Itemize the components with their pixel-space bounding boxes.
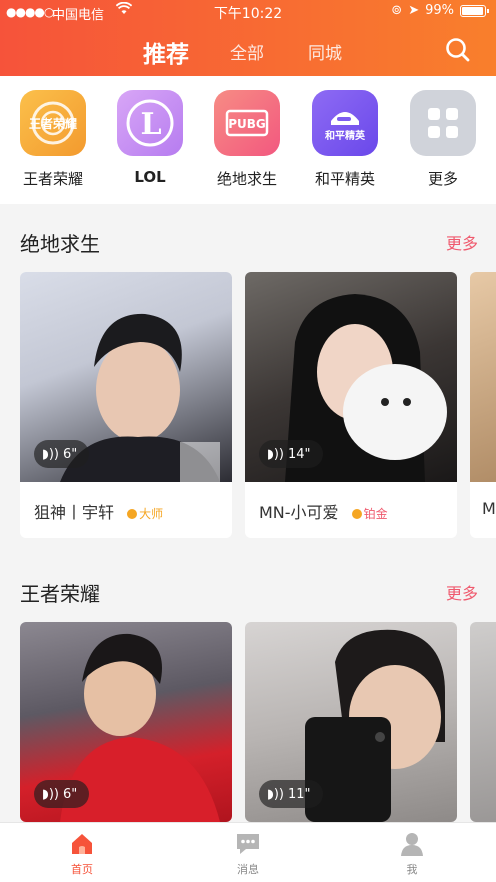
player-name-row: MN-小可爱 铂金 bbox=[259, 499, 388, 523]
player-name: MN-小可爱 bbox=[259, 503, 339, 522]
tab-messages[interactable]: 消息 bbox=[208, 831, 288, 877]
game-category-bar: 王者荣耀 王者荣耀 L LOL PUBG 绝地求生 和平精英 和平精英 更多 bbox=[0, 76, 496, 204]
category-label: 绝地求生 bbox=[216, 170, 277, 188]
voice-duration: 14" bbox=[288, 446, 311, 462]
voice-duration-badge[interactable]: ◗)) 11" bbox=[259, 780, 323, 808]
sound-wave-icon: ◗)) bbox=[267, 446, 284, 462]
category-honor-of-kings[interactable]: 王者荣耀 王者荣耀 bbox=[18, 90, 88, 189]
section-more-link[interactable]: 更多 bbox=[446, 580, 478, 604]
player-card[interactable]: ◗)) 14" MN-小可爱 铂金 bbox=[245, 272, 457, 538]
svg-text:L: L bbox=[140, 107, 161, 142]
player-name: 狙神丨宇轩 bbox=[34, 503, 115, 522]
player-card-partial[interactable] bbox=[470, 622, 496, 822]
category-pubg[interactable]: PUBG 绝地求生 bbox=[212, 90, 282, 189]
section-title: 绝地求生 bbox=[20, 232, 100, 256]
tab-label: 首页 bbox=[71, 863, 93, 876]
sound-wave-icon: ◗)) bbox=[267, 786, 284, 802]
rank-icon bbox=[351, 509, 362, 519]
search-icon[interactable] bbox=[444, 36, 472, 64]
voice-duration: 6" bbox=[63, 786, 78, 802]
player-card[interactable]: ◗)) 11" bbox=[245, 622, 457, 822]
category-label: 王者荣耀 bbox=[22, 170, 83, 188]
player-card[interactable]: ◗)) 6" 狙神丨宇轩 大师 bbox=[20, 272, 232, 538]
pubg-icon: PUBG bbox=[214, 90, 280, 156]
honor-of-kings-icon: 王者荣耀 bbox=[20, 90, 86, 156]
category-label: 更多 bbox=[427, 170, 458, 188]
player-photo: ◗)) 14" bbox=[245, 272, 457, 482]
category-more[interactable]: 更多 bbox=[408, 90, 478, 189]
lol-icon: L bbox=[117, 90, 183, 156]
section-pubg: 绝地求生 更多 ◗)) 6" 狙神丨宇轩 大师 ◗)) 14" MN-小可爱 铂… bbox=[0, 214, 496, 554]
player-photo bbox=[470, 622, 496, 822]
svg-text:PUBG: PUBG bbox=[228, 117, 266, 131]
peace-elite-icon: 和平精英 bbox=[312, 90, 378, 156]
bottom-tab-bar: 首页 消息 我 bbox=[0, 822, 496, 882]
svg-text:和平精英: 和平精英 bbox=[324, 129, 366, 142]
category-lol[interactable]: L LOL bbox=[115, 90, 185, 186]
voice-duration-badge[interactable]: ◗)) 6" bbox=[34, 780, 90, 808]
battery-icon bbox=[460, 4, 489, 17]
voice-duration: 11" bbox=[288, 786, 311, 802]
voice-duration: 6" bbox=[63, 446, 78, 462]
section-more-link[interactable]: 更多 bbox=[446, 230, 478, 254]
battery-percent: 99% bbox=[425, 3, 454, 18]
voice-duration-badge[interactable]: ◗)) 6" bbox=[34, 440, 90, 468]
player-name: M bbox=[482, 499, 496, 518]
more-grid-icon bbox=[410, 90, 476, 156]
status-bar: ●●●●○ 中国电信 下午10:22 ⊚ ➤ 99% bbox=[0, 0, 496, 24]
section-honor-of-kings: 王者荣耀 更多 ◗)) 6" ◗)) 11" bbox=[0, 554, 496, 822]
player-photo: ◗)) 11" bbox=[245, 622, 457, 822]
category-peace-elite[interactable]: 和平精英 和平精英 bbox=[310, 90, 380, 189]
message-icon bbox=[237, 834, 259, 854]
rotation-lock-icon: ⊚ bbox=[391, 3, 403, 18]
status-right: ⊚ ➤ 99% bbox=[391, 3, 489, 18]
sound-wave-icon: ◗)) bbox=[42, 446, 59, 462]
home-icon bbox=[72, 834, 92, 854]
tab-label: 消息 bbox=[237, 863, 259, 876]
rank-badge: 铂金 bbox=[351, 507, 388, 521]
player-card[interactable]: ◗)) 6" bbox=[20, 622, 232, 822]
sound-wave-icon: ◗)) bbox=[42, 786, 59, 802]
tab-same-city[interactable]: 同城 bbox=[308, 39, 342, 64]
user-icon bbox=[401, 833, 423, 856]
category-label: 和平精英 bbox=[314, 170, 375, 188]
player-photo: ◗)) 6" bbox=[20, 272, 232, 482]
category-label: LOL bbox=[134, 168, 166, 186]
player-card-partial[interactable]: M bbox=[470, 272, 496, 538]
player-photo bbox=[470, 272, 496, 482]
player-name-row: 狙神丨宇轩 大师 bbox=[34, 499, 163, 523]
tab-label: 我 bbox=[406, 863, 418, 876]
location-icon: ➤ bbox=[408, 3, 420, 18]
tab-me[interactable]: 我 bbox=[372, 831, 452, 877]
top-nav: 推荐 全部 同城 bbox=[0, 30, 496, 70]
tab-all[interactable]: 全部 bbox=[230, 39, 264, 64]
voice-duration-badge[interactable]: ◗)) 14" bbox=[259, 440, 323, 468]
rank-badge: 大师 bbox=[127, 507, 163, 521]
tab-recommend[interactable]: 推荐 bbox=[143, 35, 189, 69]
app-header: ●●●●○ 中国电信 下午10:22 ⊚ ➤ 99% 推荐 全部 同城 bbox=[0, 0, 496, 76]
svg-text:王者荣耀: 王者荣耀 bbox=[29, 116, 77, 131]
rank-icon bbox=[127, 509, 138, 519]
section-title: 王者荣耀 bbox=[20, 582, 100, 606]
player-photo: ◗)) 6" bbox=[20, 622, 232, 822]
tab-home[interactable]: 首页 bbox=[42, 831, 122, 877]
